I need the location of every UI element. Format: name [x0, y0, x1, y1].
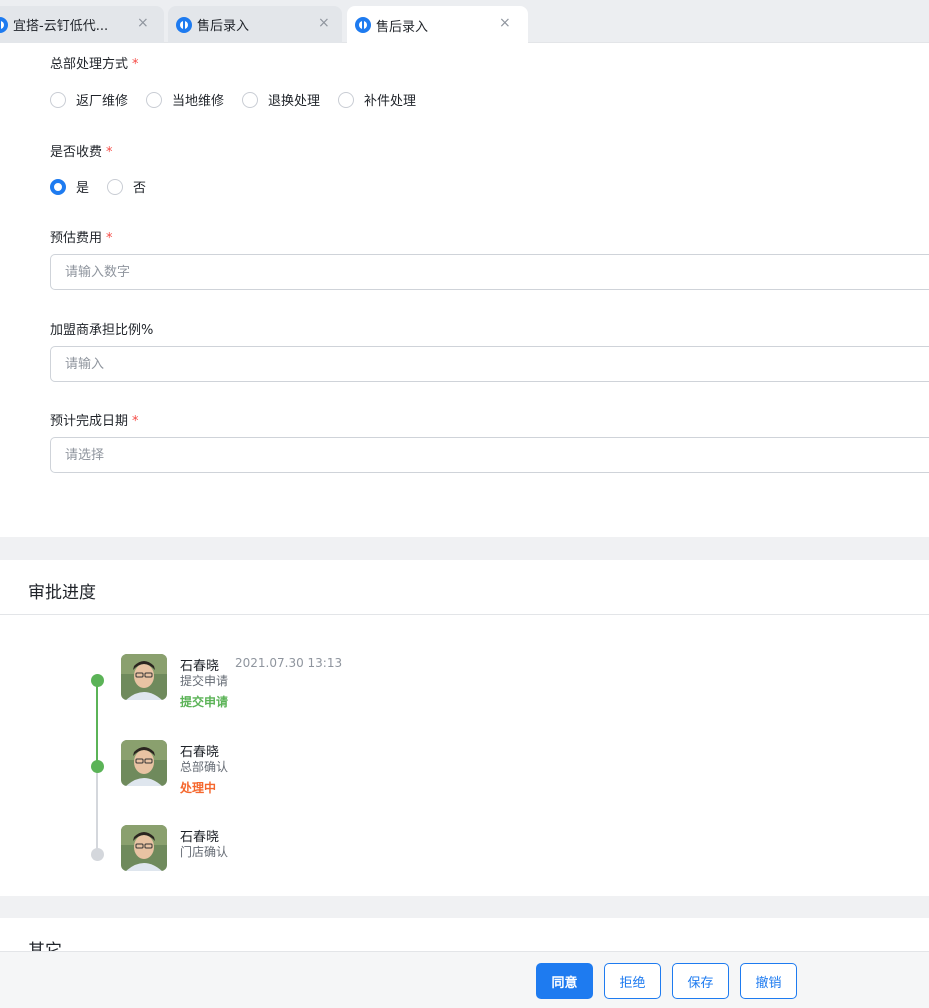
expected-date-label: 预计完成日期 *: [50, 410, 139, 429]
estimated-fee-label: 预估费用 *: [50, 227, 113, 246]
avatar-image: [121, 740, 167, 786]
tab-title: 售后录入: [376, 19, 429, 35]
timeline-line-pending: [96, 767, 98, 853]
required-mark: *: [132, 57, 139, 72]
required-mark: *: [106, 145, 113, 160]
save-button[interactable]: 保存: [672, 963, 729, 999]
tab-title: 售后录入: [197, 19, 250, 34]
avatar: [121, 654, 167, 700]
app-logo-icon: [355, 17, 371, 33]
approval-status: 提交申请: [180, 695, 229, 709]
avatar: [121, 825, 167, 871]
agree-button[interactable]: 同意: [536, 963, 593, 999]
section-gap: [0, 896, 929, 918]
app-logo-icon: [0, 16, 8, 33]
tab-after-sales-active[interactable]: 售后录入 ×: [347, 6, 528, 44]
radio-label: 是: [76, 181, 90, 196]
field-label-text: 预估费用: [50, 231, 103, 246]
field-label-text: 是否收费: [50, 145, 103, 160]
tab-title: 宜搭-云钉低代...: [13, 19, 109, 34]
radio-circle[interactable]: [146, 91, 163, 108]
radio-label: 补件处理: [364, 94, 417, 109]
radio-local-repair[interactable]: 当地维修: [146, 90, 224, 109]
expected-date-picker[interactable]: [50, 437, 929, 473]
approval-status: 处理中: [180, 781, 217, 795]
required-mark: *: [132, 414, 139, 429]
app-logo-icon: [176, 16, 192, 33]
section-gap: [0, 537, 929, 560]
radio-return-factory[interactable]: 返厂维修: [50, 90, 128, 109]
radio-label: 退换处理: [268, 94, 321, 109]
approval-step: 门店确认: [180, 845, 229, 859]
radio-circle[interactable]: [50, 91, 66, 108]
timeline-line-done: [96, 680, 98, 767]
franchisee-ratio-input[interactable]: [50, 346, 929, 382]
approval-step: 总部确认: [180, 760, 229, 774]
tab-after-sales-1[interactable]: 售后录入 ×: [168, 6, 342, 43]
radio-circle[interactable]: [242, 91, 259, 108]
avatar-image: [121, 825, 167, 871]
avatar-image: [121, 654, 167, 700]
radio-circle[interactable]: [338, 91, 355, 108]
section-divider: [0, 614, 929, 615]
radio-label: 返厂维修: [76, 94, 129, 109]
hq-method-radio-group: 返厂维修 当地维修 退换处理 补件处理: [50, 90, 434, 109]
field-label-text: 总部处理方式: [50, 57, 129, 72]
charge-radio-group: 是 否: [50, 177, 164, 196]
radio-yes[interactable]: 是: [50, 177, 89, 196]
required-mark: *: [106, 231, 113, 246]
avatar: [121, 740, 167, 786]
reject-button[interactable]: 拒绝: [604, 963, 661, 999]
radio-label: 否: [133, 181, 147, 196]
radio-exchange[interactable]: 退换处理: [242, 90, 320, 109]
radio-parts[interactable]: 补件处理: [338, 90, 416, 109]
close-icon[interactable]: ×: [499, 15, 511, 31]
timeline-dot: [91, 848, 104, 861]
close-icon[interactable]: ×: [318, 15, 330, 31]
close-icon[interactable]: ×: [137, 15, 149, 31]
tab-bar: 宜搭-云钉低代... × 售后录入 × 售后录入 ×: [0, 0, 929, 44]
hq-method-label: 总部处理方式 *: [50, 53, 139, 72]
tab-yida[interactable]: 宜搭-云钉低代... ×: [0, 6, 164, 43]
approval-step: 提交申请: [180, 674, 229, 688]
timeline-dot: [91, 760, 104, 773]
radio-no[interactable]: 否: [107, 177, 146, 196]
approval-time: 2021.07.30 13:13: [235, 656, 343, 670]
revoke-button[interactable]: 撤销: [740, 963, 797, 999]
radio-circle-checked[interactable]: [50, 178, 66, 195]
approval-section-title: 审批进度: [28, 583, 96, 603]
franchisee-ratio-label: 加盟商承担比例%: [50, 319, 153, 338]
radio-circle[interactable]: [107, 178, 124, 195]
timeline-dot: [91, 674, 104, 687]
field-label-text: 加盟商承担比例%: [50, 323, 154, 338]
field-label-text: 预计完成日期: [50, 414, 129, 429]
charge-label: 是否收费 *: [50, 141, 113, 160]
estimated-fee-input[interactable]: [50, 254, 929, 290]
radio-label: 当地维修: [172, 94, 225, 109]
